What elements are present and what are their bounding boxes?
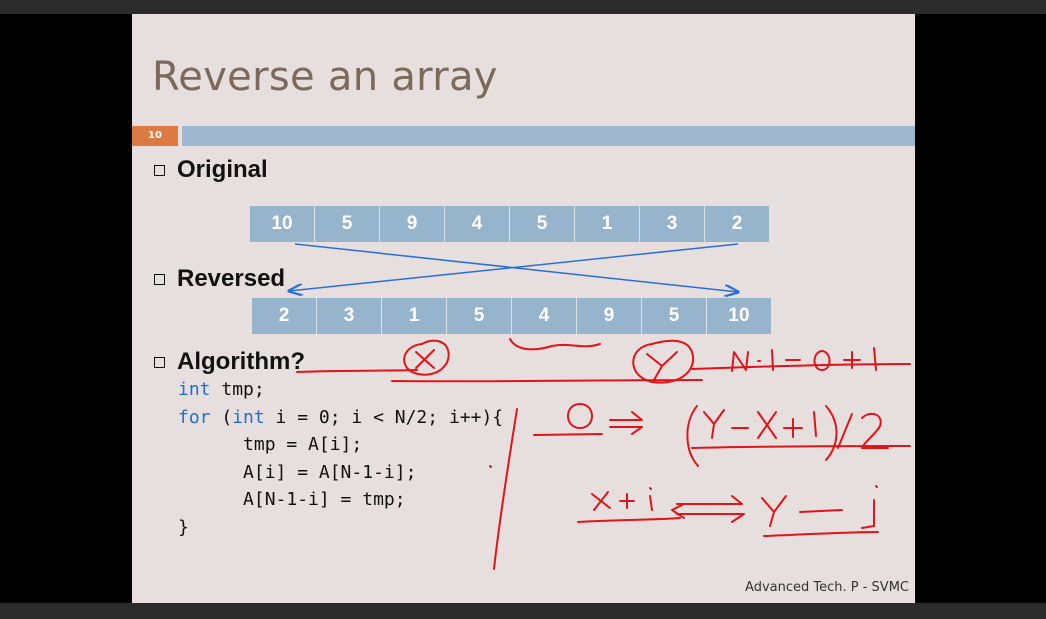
ink-letter-i — [649, 487, 653, 511]
ink-letter-y2 — [703, 409, 725, 439]
window-top-bar — [0, 0, 1046, 14]
ink-letter-x — [415, 349, 435, 369]
ink-letter-x3 — [591, 491, 611, 511]
ink-dot2 — [489, 465, 492, 468]
handwritten-annotations — [296, 338, 911, 570]
ink-double-arrow — [671, 495, 745, 523]
ink-digit-0-b — [567, 403, 593, 429]
ink-plus2 — [783, 418, 803, 438]
ink-letter-x2 — [757, 411, 777, 439]
ink-circle-y — [632, 339, 695, 384]
ink-stroke — [691, 363, 911, 370]
ink-letter-y3 — [761, 495, 787, 527]
ink-digit-2 — [861, 412, 889, 449]
window-bottom-bar — [0, 603, 1046, 619]
ink-arrow-right — [609, 411, 643, 435]
ink-underline-left — [577, 517, 681, 523]
ink-vertical-divider — [493, 408, 518, 570]
ink-underline-algorithm — [296, 369, 418, 373]
ink-close-paren — [825, 405, 838, 461]
ink-plus — [843, 351, 861, 369]
ink-plus3 — [619, 493, 635, 509]
ink-letter-y — [646, 351, 678, 381]
ink-slash — [837, 413, 853, 449]
ink-minus3 — [799, 509, 843, 513]
ink-digit-1 — [771, 349, 774, 371]
ink-open-paren — [686, 405, 699, 467]
ink-letter-i2 — [861, 485, 878, 529]
ink-digit-1b — [873, 347, 877, 371]
ink-digit-0 — [813, 350, 831, 371]
ink-digit-1c — [813, 411, 817, 437]
ink-squiggle — [509, 338, 601, 351]
slide: Reverse an array 10 Original 10 5 9 4 5 … — [132, 14, 915, 603]
slide-footer: Advanced Tech. P - SVMC — [745, 580, 909, 595]
ink-underline-0 — [533, 433, 603, 436]
ink-underline-long — [391, 379, 703, 383]
ink-underline-right — [763, 531, 879, 537]
